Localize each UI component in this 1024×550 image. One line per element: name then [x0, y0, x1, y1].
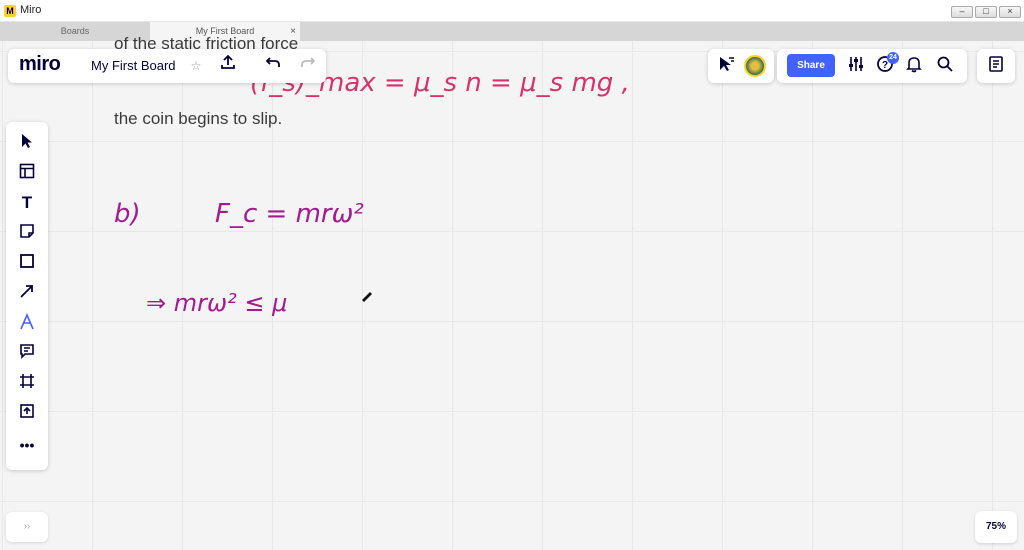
collaboration-panel [708, 49, 774, 83]
connector-arrow-icon[interactable] [15, 283, 39, 307]
handwritten-centripetal-force: F_c = mrω² [215, 199, 364, 229]
user-avatar[interactable] [744, 55, 766, 77]
help-badge: 24 [887, 52, 899, 64]
handwritten-inequality: ⇒ mrω² ≤ μ [146, 289, 288, 317]
text-tool-icon[interactable]: T [15, 193, 39, 217]
settings-sliders-icon[interactable] [845, 55, 867, 77]
undo-icon[interactable] [262, 54, 284, 76]
shape-tool-icon[interactable] [15, 253, 39, 277]
board-canvas[interactable]: of the static friction force the coin be… [0, 34, 1024, 550]
canvas-text-line2: the coin begins to slip. [114, 109, 283, 128]
select-tool-icon[interactable] [15, 133, 39, 157]
star-icon[interactable]: ☆ [185, 55, 207, 77]
upload-icon[interactable] [15, 403, 39, 427]
comment-icon[interactable] [15, 343, 39, 367]
minimize-button[interactable]: – [951, 6, 973, 18]
expand-panel-button[interactable]: ›› [6, 512, 48, 542]
more-tools-icon[interactable]: ••• [15, 433, 39, 457]
pen-tool-icon[interactable] [15, 312, 39, 337]
svg-text:?: ? [882, 60, 888, 71]
sticky-note-icon[interactable] [15, 223, 39, 247]
window-titlebar: M Miro – □ × [0, 0, 1024, 22]
redo-icon[interactable] [297, 54, 319, 76]
left-toolbar: T ••• [6, 122, 48, 470]
toolbar-right-panel: Share ? 24 [777, 49, 967, 83]
board-menu-panel [977, 49, 1015, 83]
cursor-toggle-icon[interactable] [715, 55, 737, 77]
frame-tool-icon[interactable] [15, 373, 39, 397]
handwritten-part-b-label: b) [114, 199, 141, 229]
miro-app-icon: M [4, 5, 16, 17]
search-icon[interactable] [934, 55, 956, 77]
notes-list-icon[interactable] [985, 55, 1007, 77]
board-header-panel: miro My First Board ☆ [8, 49, 326, 83]
maximize-button[interactable]: □ [975, 6, 997, 18]
export-icon[interactable] [217, 54, 239, 76]
share-button[interactable]: Share [787, 54, 835, 77]
miro-logo[interactable]: miro [19, 53, 61, 76]
app-title: Miro [20, 4, 42, 16]
bell-icon[interactable] [903, 55, 925, 77]
templates-icon[interactable] [15, 163, 39, 187]
tab-label: Boards [60, 26, 90, 36]
board-name[interactable]: My First Board [91, 58, 176, 73]
pen-cursor-icon [362, 292, 372, 302]
zoom-level[interactable]: 75% [975, 511, 1017, 543]
close-window-button[interactable]: × [999, 6, 1021, 18]
